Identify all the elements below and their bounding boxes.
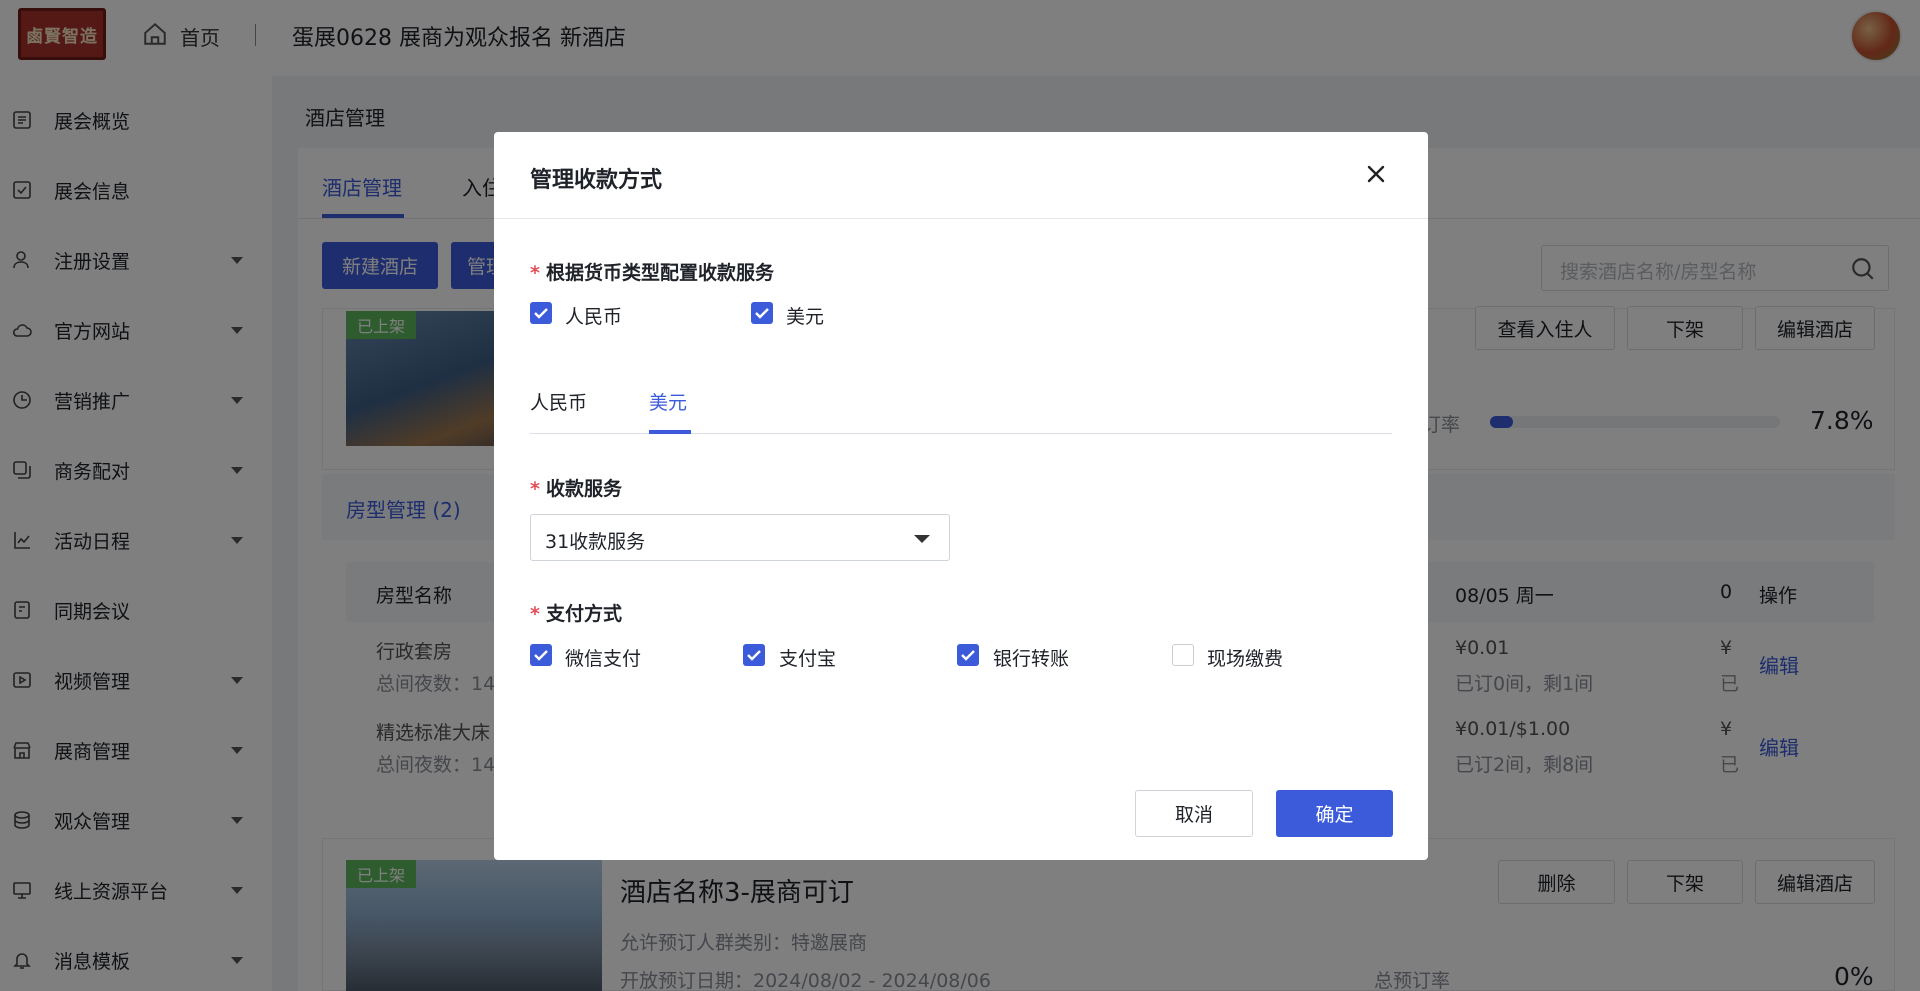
tab-currency-rmb[interactable]: 人民币	[530, 388, 587, 415]
onsite-payment-checkbox[interactable]	[1172, 644, 1194, 666]
required-asterisk: *	[530, 262, 540, 284]
bank-transfer-label[interactable]: 银行转账	[993, 644, 1069, 671]
check-icon	[534, 650, 548, 661]
currency-config-label: * 根据货币类型配置收款服务	[530, 258, 774, 285]
alipay-label[interactable]: 支付宝	[779, 644, 836, 671]
payment-service-value: 31收款服务	[545, 531, 646, 553]
currency-config-text: 根据货币类型配置收款服务	[545, 262, 774, 284]
payment-service-text: 收款服务	[545, 478, 622, 500]
alipay-checkbox[interactable]	[743, 644, 765, 666]
close-icon[interactable]	[1364, 162, 1388, 186]
required-asterisk: *	[530, 478, 540, 500]
dialog-title: 管理收款方式	[530, 168, 663, 193]
check-icon	[961, 650, 975, 661]
tab-currency-usd[interactable]: 美元	[649, 388, 687, 415]
check-icon	[755, 308, 769, 319]
payment-method-dialog: 管理收款方式 * 根据货币类型配置收款服务 人民币 美元 人民币 美元 * 收款服务…	[494, 132, 1428, 860]
bank-transfer-checkbox[interactable]	[957, 644, 979, 666]
currency-rmb-checkbox[interactable]	[530, 302, 552, 324]
confirm-button[interactable]: 确定	[1276, 790, 1393, 837]
check-icon	[747, 650, 761, 661]
onsite-payment-label[interactable]: 现场缴费	[1207, 644, 1283, 671]
payment-service-select[interactable]: 31收款服务	[530, 514, 950, 561]
currency-rmb-label[interactable]: 人民币	[565, 302, 622, 329]
payment-method-text: 支付方式	[545, 603, 622, 625]
cancel-button[interactable]: 取消	[1135, 790, 1253, 837]
currency-usd-checkbox[interactable]	[751, 302, 773, 324]
payment-service-label: * 收款服务	[530, 474, 622, 501]
dialog-header-divider	[494, 218, 1428, 219]
wechat-pay-checkbox[interactable]	[530, 644, 552, 666]
currency-tab-active-indicator	[649, 430, 691, 434]
caret-down-icon	[914, 535, 930, 543]
payment-method-label: * 支付方式	[530, 599, 622, 626]
currency-usd-label[interactable]: 美元	[786, 302, 824, 329]
wechat-pay-label[interactable]: 微信支付	[565, 644, 641, 671]
check-icon	[534, 308, 548, 319]
required-asterisk: *	[530, 603, 540, 625]
